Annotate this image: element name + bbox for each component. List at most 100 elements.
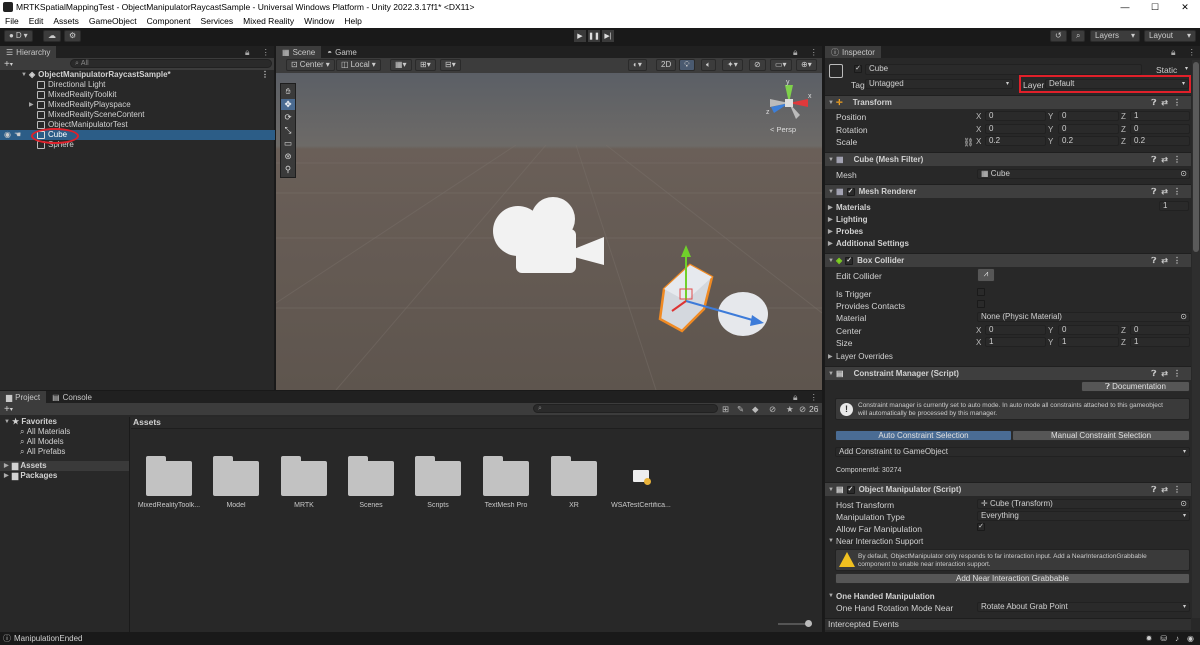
expand-arrow-icon[interactable]: ▼ <box>828 157 836 163</box>
space-dropdown[interactable]: ◫ Local ▾ <box>336 59 381 71</box>
hierarchy-item[interactable]: Directional Light <box>0 80 275 90</box>
help-icon[interactable]: ❓︎ <box>1151 187 1156 197</box>
tab-hierarchy[interactable]: ☰ Hierarchy <box>0 46 57 58</box>
static-label[interactable]: Static <box>1156 65 1177 75</box>
expand-arrow-icon[interactable]: ▼ <box>828 100 836 106</box>
snap-increment-icon[interactable]: ⊞▾ <box>415 59 436 71</box>
size-y-field[interactable]: 1 <box>1058 337 1119 347</box>
collapse-arrow-icon[interactable]: ▶ <box>4 461 12 471</box>
audio-icon[interactable]: 🔈︎ <box>701 59 716 71</box>
edit-collider-button[interactable]: ⩘ <box>977 268 995 282</box>
settings-gear-icon[interactable]: ⚙ <box>64 30 82 42</box>
visibility-eye-icon[interactable]: ◉ <box>4 130 14 140</box>
perspective-label[interactable]: < Persp <box>770 125 796 134</box>
menu-gameobject[interactable]: GameObject <box>84 14 142 28</box>
history-icon[interactable]: ↺ <box>1050 30 1067 42</box>
probes-foldout[interactable]: ▶ Probes <box>825 225 1191 237</box>
add-constraint-dropdown[interactable]: Add Constraint to GameObject ▾ <box>835 447 1190 457</box>
scale-x-field[interactable]: 0.2 <box>985 136 1046 146</box>
menu-mixed-reality[interactable]: Mixed Reality <box>238 14 299 28</box>
center-z-field[interactable]: 0 <box>1130 325 1190 335</box>
enabled-checkbox[interactable]: ✓ <box>846 485 855 494</box>
scrollbar-thumb[interactable] <box>1193 62 1199 252</box>
help-icon[interactable]: ❓︎ <box>1151 256 1156 266</box>
move-tool-icon[interactable]: ✥ <box>281 99 295 110</box>
favorites-row[interactable]: ▼ ★ Favorites <box>0 417 129 427</box>
hierarchy-search-input[interactable]: ⌕ All <box>70 59 272 68</box>
favorite-item[interactable]: ⌕ All Prefabs <box>0 447 129 457</box>
tab-project[interactable]: ▆ Project <box>0 391 47 403</box>
mesh-object-field[interactable]: ▦ Cube ⊙ <box>977 169 1190 179</box>
kebab-menu-icon[interactable]: ⋮ <box>1173 187 1181 197</box>
preset-icon[interactable]: ⇄ <box>1161 155 1168 165</box>
position-x-field[interactable]: 0 <box>985 111 1046 121</box>
tab-inspector[interactable]: ⓘ Inspector <box>825 46 881 58</box>
menu-component[interactable]: Component <box>142 14 196 28</box>
preset-icon[interactable]: ⇄ <box>1161 369 1168 379</box>
constrain-proportions-link-icon[interactable]: ⛓︎ <box>963 137 974 148</box>
manual-constraint-selection-button[interactable]: Manual Constraint Selection <box>1012 430 1190 441</box>
ai-icon[interactable]: ◉ <box>1187 634 1194 643</box>
constraint-manager-header[interactable]: ▼ ▤ Constraint Manager (Script) ❓︎ ⇄ ⋮ <box>825 366 1191 380</box>
one-handed-foldout[interactable]: ▼ One Handed Manipulation <box>825 590 1191 602</box>
selected-cube-object[interactable] <box>646 243 776 353</box>
project-search-input[interactable]: ⌕ <box>533 404 718 413</box>
incremental-snap-icon[interactable]: ⊟▾ <box>440 59 461 71</box>
asset-folder[interactable]: MixedRealityToolk... <box>134 456 204 509</box>
layout-dropdown[interactable]: Layout ▾ <box>1144 30 1196 42</box>
manipulation-type-dropdown[interactable]: Everything ▾ <box>977 511 1190 521</box>
additional-settings-foldout[interactable]: ▶ Additional Settings <box>825 237 1191 249</box>
asset-folder[interactable]: Scripts <box>403 456 473 509</box>
play-icon[interactable]: ▶ <box>574 30 586 42</box>
expand-arrow-icon[interactable]: ▼ <box>828 189 836 195</box>
scale-tool-icon[interactable]: ⤡ <box>285 125 292 136</box>
tree-packages[interactable]: ▶ ▆ Packages <box>0 471 129 481</box>
hierarchy-item[interactable]: MixedRealitySceneContent <box>0 110 275 120</box>
rotation-y-field[interactable]: 0 <box>1058 124 1119 134</box>
preset-icon[interactable]: ⇄ <box>1161 98 1168 108</box>
rotation-x-field[interactable]: 0 <box>985 124 1046 134</box>
position-y-field[interactable]: 0 <box>1058 111 1119 121</box>
lighting-bulb-icon[interactable]: 💡︎ <box>679 59 695 71</box>
size-x-field[interactable]: 1 <box>985 337 1046 347</box>
camera-icon[interactable]: ▭▾ <box>770 59 792 71</box>
hierarchy-item[interactable]: ▶ MixedRealityPlayspace <box>0 100 275 110</box>
help-icon[interactable]: ❓︎ <box>1151 98 1156 108</box>
step-icon[interactable]: ▶| <box>602 30 614 42</box>
tag-icon[interactable]: ◆ <box>752 404 759 415</box>
allow-far-manipulation-checkbox[interactable]: ✓ <box>977 523 985 531</box>
search-by-type-icon[interactable]: ⊞ <box>722 404 729 415</box>
help-icon[interactable]: ❓︎ <box>1151 369 1156 379</box>
asset-folder[interactable]: XR <box>539 456 609 509</box>
preset-icon[interactable]: ⇄ <box>1161 187 1168 197</box>
cloud-icon[interactable]: ☁ <box>43 30 61 42</box>
lighting-foldout[interactable]: ▶ Lighting <box>825 213 1191 225</box>
menu-file[interactable]: File <box>0 14 24 28</box>
intercepted-events-bar[interactable]: Intercepted Events <box>825 618 1191 630</box>
add-near-interaction-grabbable-button[interactable]: Add Near Interaction Grabbable <box>835 573 1190 584</box>
menu-help[interactable]: Help <box>339 14 366 28</box>
grid-snap-icon[interactable]: ▦▾ <box>390 59 412 71</box>
tab-game[interactable]: ◓ Game <box>321 46 363 58</box>
menu-assets[interactable]: Assets <box>48 14 84 28</box>
layers-dropdown[interactable]: Layers ▾ <box>1090 30 1140 42</box>
kebab-menu-icon[interactable]: ⋮ <box>810 392 819 403</box>
active-checkbox[interactable]: ✓ <box>854 65 862 73</box>
assets-breadcrumb[interactable]: Assets <box>131 417 822 429</box>
hand-tool-icon[interactable]: ✋︎ <box>286 86 291 97</box>
search-by-label-icon[interactable]: ✎ <box>737 404 744 415</box>
lock-icon[interactable]: 🔒︎ <box>245 47 250 58</box>
host-transform-field[interactable]: ✛ Cube (Transform) ⊙ <box>977 499 1190 509</box>
mesh-filter-header[interactable]: ▼ ▦ Cube (Mesh Filter) ❓︎ ⇄ ⋮ <box>825 152 1191 166</box>
lighting-sun-icon[interactable]: ✹ <box>1146 634 1153 643</box>
toggle-2d-button[interactable]: 2D <box>656 59 677 71</box>
tab-scene[interactable]: ▦ Scene <box>276 46 322 58</box>
hierarchy-item[interactable]: MixedRealityToolkit <box>0 90 275 100</box>
bell-icon[interactable]: ♪ <box>1175 634 1179 643</box>
cache-icon[interactable]: ⛁ <box>1160 634 1167 643</box>
materials-foldout[interactable]: ▶ Materials <box>825 201 1191 213</box>
materials-count-field[interactable]: 1 <box>1159 201 1189 211</box>
object-picker-icon[interactable]: ⊙ <box>1180 500 1187 508</box>
scale-y-field[interactable]: 0.2 <box>1058 136 1119 146</box>
hidden-objects-icon[interactable]: ⊘ <box>749 59 766 71</box>
